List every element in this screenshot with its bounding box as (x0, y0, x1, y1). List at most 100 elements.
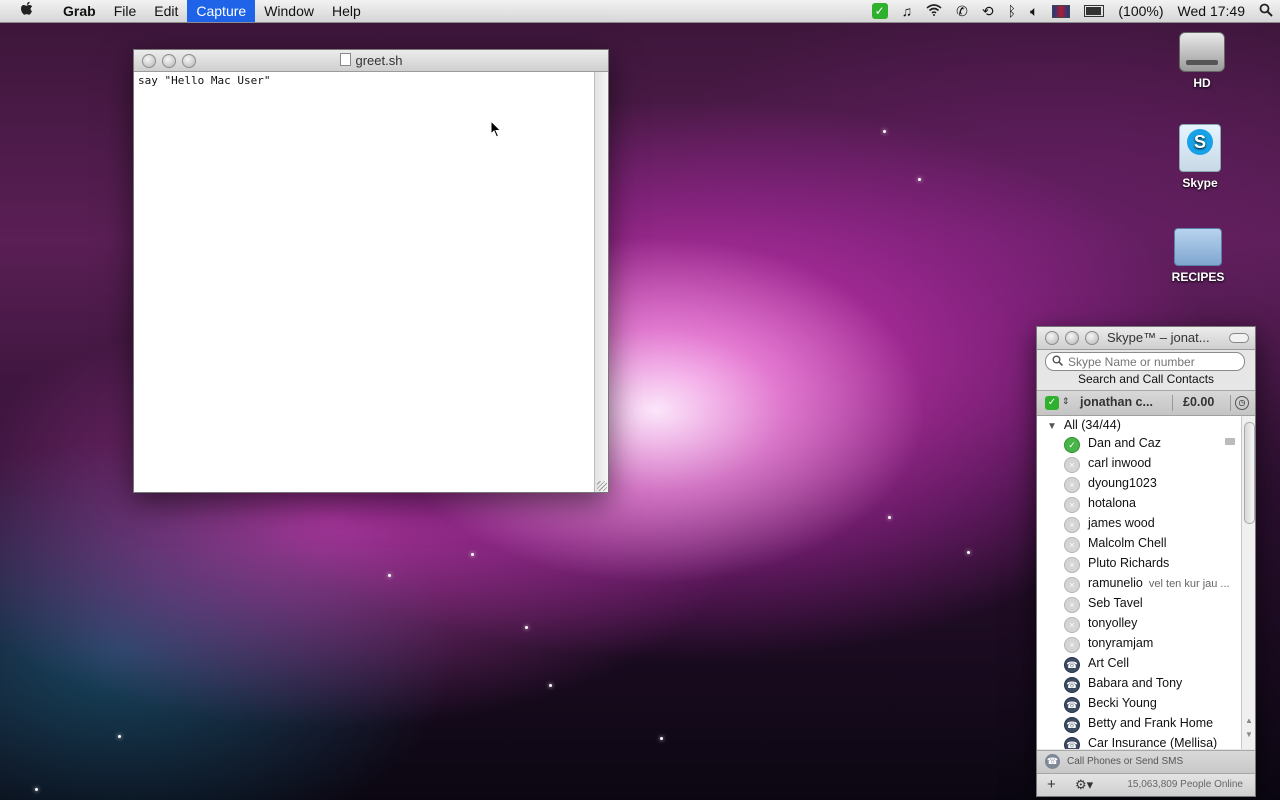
star (918, 178, 921, 181)
account-name[interactable]: jonathan c... (1080, 395, 1153, 409)
contact-row[interactable]: × hotalona (1037, 494, 1241, 514)
contact-row[interactable]: × james wood (1037, 514, 1241, 534)
call-phones-bar[interactable]: ☎ Call Phones or Send SMS (1037, 750, 1255, 773)
history-clock-icon[interactable]: ◷ (1235, 396, 1249, 410)
contact-row[interactable]: ☎ Becki Young (1037, 694, 1241, 714)
vertical-scrollbar[interactable] (594, 72, 608, 492)
star (525, 626, 528, 629)
contact-name-line: Pluto Richards (1088, 556, 1169, 570)
skype-credit[interactable]: £0.00 (1183, 395, 1214, 409)
contact-row[interactable]: × dyoung1023 (1037, 474, 1241, 494)
scrollbar-thumb[interactable] (1244, 422, 1255, 524)
menu-file[interactable]: File (105, 0, 146, 22)
contact-row[interactable]: × Pluto Richards (1037, 554, 1241, 574)
contact-name: Car Insurance (Mellisa) (1088, 736, 1218, 749)
scroll-down-icon[interactable]: ▼ (1245, 730, 1253, 739)
offline-status-icon: × (1064, 617, 1080, 633)
contact-row[interactable]: × carl inwood (1037, 454, 1241, 474)
battery-percent[interactable]: (100%) (1118, 3, 1163, 19)
contact-list-scrollbar[interactable]: ▲ ▼ (1241, 416, 1255, 749)
contact-name-line: Malcolm Chell (1088, 536, 1167, 550)
contact-row[interactable]: ☎ Babara and Tony (1037, 674, 1241, 694)
skype-search-input[interactable] (1066, 354, 1240, 370)
contact-group-all[interactable]: ▼ All (34/44) (1037, 416, 1241, 434)
phone-contact-icon: ☎ (1064, 717, 1080, 733)
contact-list: ▼ All (34/44) ✓ Dan and Caz × carl inwood × dy… (1037, 416, 1241, 749)
phone-contact-icon: ☎ (1064, 697, 1080, 713)
divider (1230, 395, 1231, 411)
contact-mood-message: vel ten kur jau ... (1148, 578, 1230, 590)
status-dropdown-icon[interactable]: ⇕ (1062, 396, 1070, 407)
apple-menu-icon[interactable] (0, 1, 54, 22)
menu-edit[interactable]: Edit (145, 0, 187, 22)
contact-row[interactable]: ✓ Dan and Caz (1037, 434, 1241, 454)
toolbar-toggle-button[interactable] (1229, 333, 1249, 343)
resize-grip-icon[interactable] (597, 481, 607, 491)
mouse-pointer-icon (490, 119, 502, 141)
spotlight-search-icon[interactable] (1259, 3, 1273, 20)
skype-status-icon[interactable]: ✓ (871, 3, 888, 19)
phone-icon[interactable]: ✆ (956, 3, 968, 20)
bluetooth-icon[interactable]: ᛒ (1008, 3, 1016, 19)
star (883, 130, 886, 133)
contact-row[interactable]: × tonyramjam (1037, 634, 1241, 654)
dialpad-phone-icon: ☎ (1045, 754, 1060, 769)
battery-icon[interactable] (1084, 5, 1105, 17)
contact-name-line: tonyramjam (1088, 636, 1153, 650)
online-status-icon[interactable]: ✓ (1045, 396, 1059, 410)
close-button[interactable] (1045, 331, 1059, 345)
clock[interactable]: Wed 17:49 (1178, 3, 1245, 19)
contact-name: dyoung1023 (1088, 476, 1157, 490)
search-and-call-contacts-link[interactable]: Search and Call Contacts (1037, 372, 1255, 386)
search-icon (1052, 355, 1064, 369)
menu-window[interactable]: Window (255, 0, 323, 22)
contact-name: tonyramjam (1088, 636, 1154, 650)
star (888, 516, 891, 519)
contact-row[interactable]: × Seb Tavel (1037, 594, 1241, 614)
contact-name-line: tonyolley (1088, 616, 1137, 630)
desktop-icon-hd[interactable]: HD (1162, 32, 1242, 90)
desktop-icon-skype[interactable]: S Skype (1160, 124, 1240, 190)
window-titlebar[interactable]: greet.sh (134, 50, 608, 72)
contact-name: carl inwood (1088, 456, 1152, 470)
contact-name-line: Betty and Frank Home (1088, 716, 1213, 730)
zoom-button[interactable] (1085, 331, 1099, 345)
star (549, 684, 552, 687)
star (967, 551, 970, 554)
contact-row[interactable]: × Malcolm Chell (1037, 534, 1241, 554)
add-contact-button[interactable]: + (1047, 776, 1056, 793)
menu-app-grab[interactable]: Grab (54, 0, 105, 22)
offline-status-icon: × (1064, 557, 1080, 573)
editor-text-area[interactable]: say "Hello Mac User" (134, 72, 594, 492)
contact-name-line: ramunelio vel ten kur jau ... (1088, 576, 1230, 590)
contact-row[interactable]: ☎ Car Insurance (Mellisa) (1037, 734, 1241, 749)
account-status-bar: ✓ ⇕ jonathan c... £0.00 ◷ (1037, 390, 1255, 416)
wifi-icon[interactable] (926, 3, 942, 19)
contact-row[interactable]: ☎ Betty and Frank Home (1037, 714, 1241, 734)
gear-icon[interactable]: ⚙▾ (1075, 777, 1093, 793)
star (118, 735, 121, 738)
contact-name-line: Dan and Caz (1088, 436, 1161, 450)
disclosure-triangle-icon[interactable]: ▼ (1047, 421, 1057, 432)
scroll-up-icon[interactable]: ▲ (1245, 716, 1253, 725)
contact-row[interactable]: × ramunelio vel ten kur jau ... (1037, 574, 1241, 594)
window-titlebar[interactable]: Skype™ – jonat... (1037, 327, 1255, 350)
skype-search-field[interactable] (1045, 352, 1245, 371)
itunes-icon[interactable]: ♫ (902, 3, 913, 19)
offline-status-icon: × (1064, 637, 1080, 653)
contact-name-line: dyoung1023 (1088, 476, 1157, 490)
volume-icon[interactable]: 🔈︎ (1030, 3, 1038, 20)
minimize-button[interactable] (1065, 331, 1079, 345)
menu-help[interactable]: Help (323, 0, 370, 22)
contact-name-line: Babara and Tony (1088, 676, 1182, 690)
contact-name: Seb Tavel (1088, 596, 1143, 610)
time-machine-icon[interactable]: ⟲ (982, 3, 994, 20)
contact-row[interactable]: ☎ Art Cell (1037, 654, 1241, 674)
menu-capture[interactable]: Capture (187, 0, 256, 22)
offline-status-icon: × (1064, 597, 1080, 613)
input-flag-icon[interactable] (1052, 4, 1071, 18)
contact-row[interactable]: × tonyolley (1037, 614, 1241, 634)
contact-name: ramunelio (1088, 576, 1143, 590)
video-camera-icon (1225, 438, 1235, 445)
desktop-icon-recipes[interactable]: RECIPES (1158, 228, 1238, 284)
